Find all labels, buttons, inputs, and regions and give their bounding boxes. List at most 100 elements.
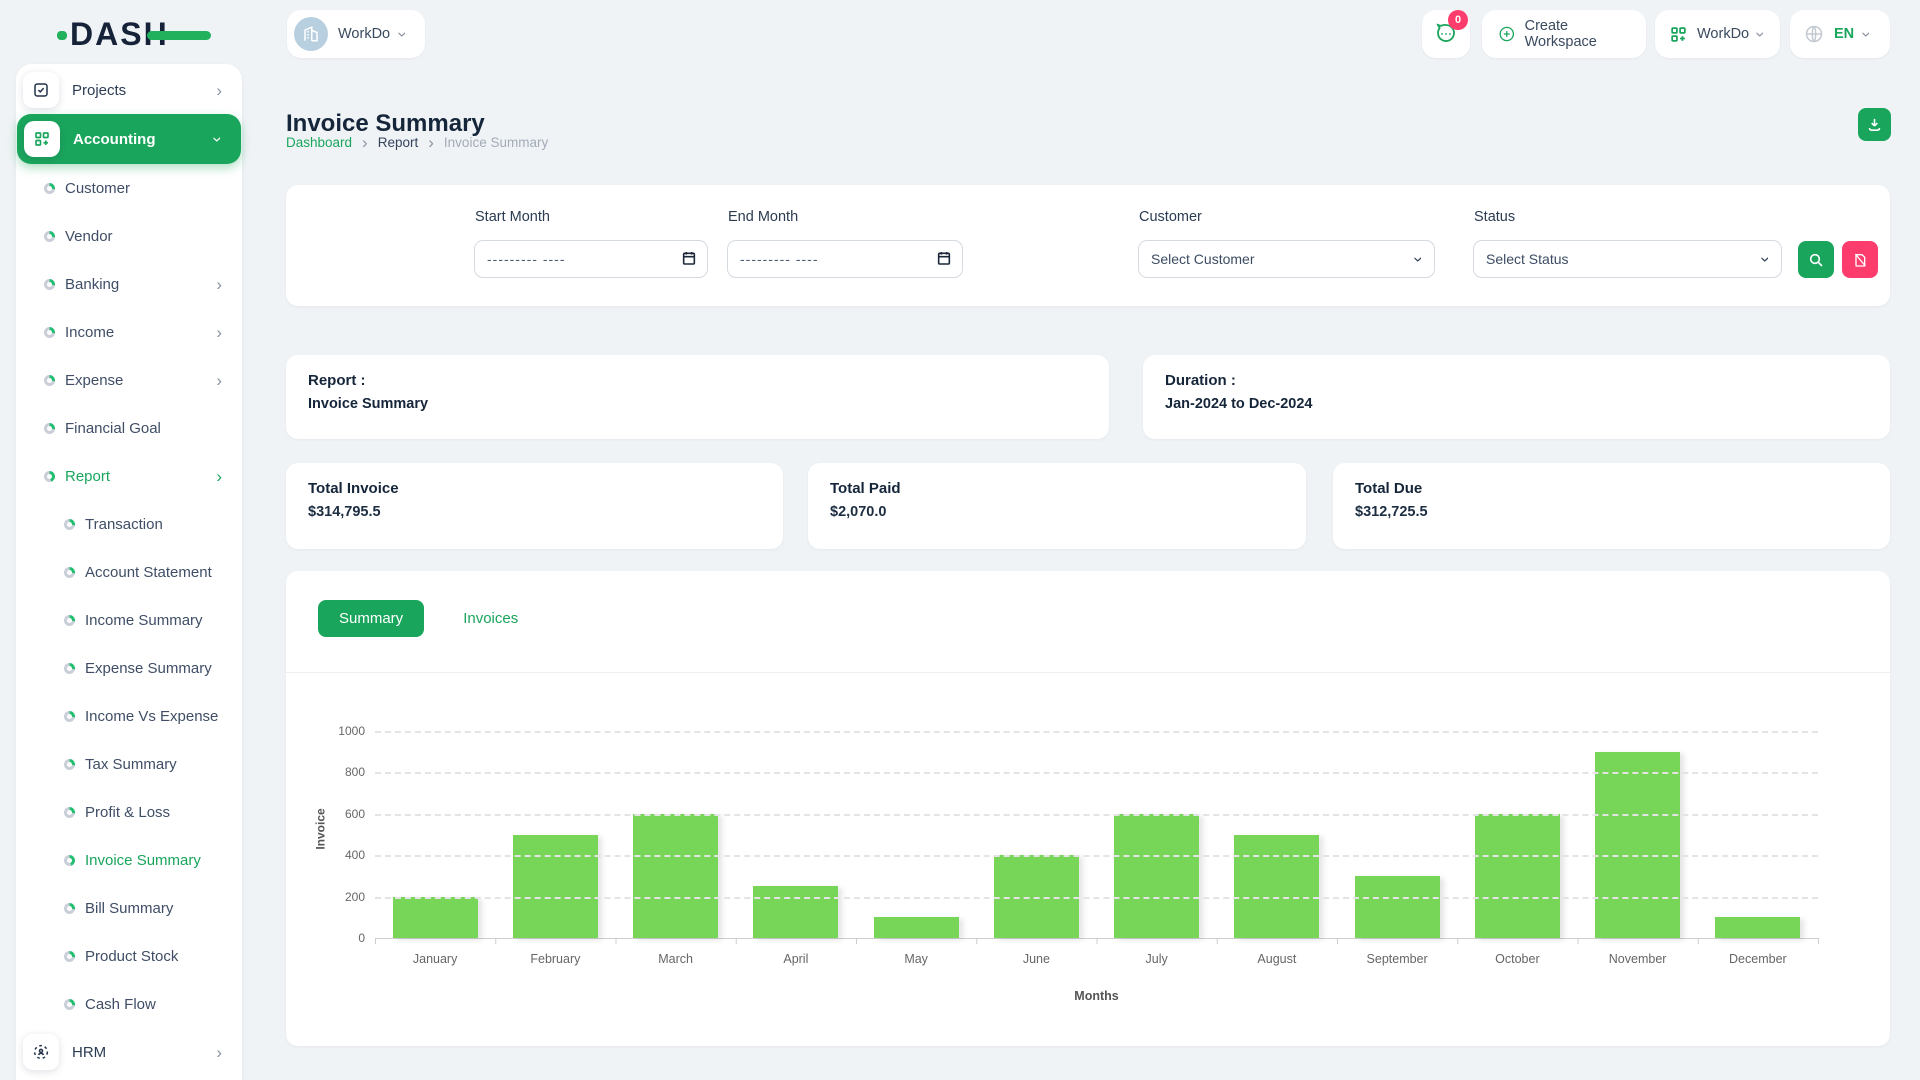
- start-month-input[interactable]: [474, 240, 708, 278]
- sidebar-item-account-statement[interactable]: Account Statement: [16, 548, 242, 596]
- breadcrumb-item: Invoice Summary: [444, 135, 548, 150]
- stat-value: $2,070.0: [830, 504, 1284, 520]
- messages-count-badge: 0: [1448, 10, 1468, 30]
- sidebar-item-label: Tax Summary: [85, 756, 177, 773]
- bar-slot: [736, 731, 856, 938]
- start-month-field: Start Month: [474, 185, 708, 306]
- stat-value: $312,725.5: [1355, 504, 1868, 520]
- bar-may[interactable]: [874, 917, 959, 938]
- language-selector[interactable]: EN ›: [1790, 10, 1890, 58]
- sidebar-item-banking[interactable]: Banking›: [16, 260, 242, 308]
- sidebar-item-label: HRM: [72, 1044, 106, 1061]
- reset-button[interactable]: [1842, 241, 1878, 278]
- bar-august[interactable]: [1234, 835, 1319, 939]
- bar-november[interactable]: [1595, 752, 1680, 938]
- invoice-summary-chart-card: Summary Invoices Invoice Months JanuaryFe…: [286, 571, 1890, 1046]
- sidebar-item-label: Financial Goal: [65, 420, 161, 437]
- sidebar-item-product-stock[interactable]: Product Stock: [16, 932, 242, 980]
- sidebar-item-accounting[interactable]: Accounting›: [17, 114, 241, 164]
- status-select[interactable]: Select Status: [1473, 240, 1782, 278]
- bar-slot: [495, 731, 615, 938]
- sidebar-item-cash-flow[interactable]: Cash Flow: [16, 980, 242, 1028]
- chevron-right-icon: ›: [216, 82, 222, 99]
- x-tick-label: January: [375, 952, 495, 966]
- end-month-input[interactable]: [727, 240, 963, 278]
- chevron-right-icon: ›: [216, 276, 222, 293]
- gridline: [375, 731, 1818, 733]
- download-button[interactable]: [1858, 108, 1891, 141]
- grid-plus-icon: [1669, 25, 1688, 44]
- sidebar-item-vendor[interactable]: Vendor: [16, 212, 242, 260]
- language-code: EN: [1834, 26, 1854, 42]
- messages-button[interactable]: 0: [1422, 10, 1470, 58]
- sidebar-item-income[interactable]: Income›: [16, 308, 242, 356]
- workspace-menu-label: WorkDo: [1697, 26, 1749, 42]
- sidebar-item-label: Expense: [65, 372, 123, 389]
- bar-september[interactable]: [1355, 876, 1440, 938]
- bar-december[interactable]: [1715, 917, 1800, 938]
- sidebar-item-profit-loss[interactable]: Profit & Loss: [16, 788, 242, 836]
- plus-circle-icon: [1498, 24, 1516, 44]
- create-workspace-button[interactable]: Create Workspace: [1482, 10, 1646, 58]
- duration-value: Jan-2024 to Dec-2024: [1165, 396, 1868, 412]
- breadcrumb-item[interactable]: Dashboard: [286, 135, 352, 150]
- bar-march[interactable]: [633, 814, 718, 938]
- customer-select[interactable]: Select Customer: [1138, 240, 1435, 278]
- sidebar-item-expense[interactable]: Expense›: [16, 356, 242, 404]
- sidebar-item-report[interactable]: Report›: [16, 452, 242, 500]
- bar-april[interactable]: [753, 886, 838, 938]
- bullet-icon: [64, 663, 75, 674]
- sidebar-item-income-summary[interactable]: Income Summary: [16, 596, 242, 644]
- sidebar-item-expense-summary[interactable]: Expense Summary: [16, 644, 242, 692]
- sidebar-item-income-vs-expense[interactable]: Income Vs Expense: [16, 692, 242, 740]
- workspace-switcher[interactable]: WorkDo ›: [287, 10, 425, 58]
- sidebar-item-invoice-summary[interactable]: Invoice Summary: [16, 836, 242, 884]
- sidebar-item-label: Income Vs Expense: [85, 708, 218, 725]
- breadcrumb-item[interactable]: Report: [378, 135, 419, 150]
- building-icon: [302, 25, 320, 43]
- bar-slot: [1578, 731, 1698, 938]
- bar-slot: [1457, 731, 1577, 938]
- workspace-menu-button[interactable]: WorkDo ›: [1655, 10, 1780, 58]
- gridline: [375, 897, 1818, 899]
- search-icon: [1808, 252, 1824, 268]
- bar-october[interactable]: [1475, 814, 1560, 938]
- sidebar-item-hrm[interactable]: HRM›: [16, 1028, 242, 1076]
- bullet-icon: [64, 807, 75, 818]
- sidebar-item-tax-summary[interactable]: Tax Summary: [16, 740, 242, 788]
- bar-july[interactable]: [1114, 814, 1199, 938]
- report-info-card: Report : Invoice Summary: [286, 355, 1109, 439]
- sidebar-item-label: Vendor: [65, 228, 113, 245]
- y-tick-label: 600: [306, 807, 365, 821]
- sidebar-item-label: Income: [65, 324, 114, 341]
- breadcrumb-separator-icon: ›: [362, 134, 368, 151]
- sidebar-item-label: Expense Summary: [85, 660, 212, 677]
- gridline: [375, 772, 1818, 774]
- tab-invoices[interactable]: Invoices: [442, 600, 539, 637]
- stat-label: Total Due: [1355, 480, 1868, 497]
- app-window: DASH WorkDo › 0 Create Workspace WorkDo …: [0, 0, 1920, 1080]
- x-tick-label: May: [856, 952, 976, 966]
- x-tick-label: June: [976, 952, 1096, 966]
- sidebar-item-customer[interactable]: Customer: [16, 164, 242, 212]
- sidebar-item-label: Accounting: [73, 131, 156, 148]
- x-axis-title: Months: [375, 989, 1818, 1003]
- invoice-bar-chart: Invoice Months JanuaryFebruaryMarchApril…: [286, 672, 1890, 1046]
- download-icon: [1866, 116, 1883, 133]
- tab-summary[interactable]: Summary: [318, 600, 424, 637]
- chevron-down-icon: ›: [394, 31, 411, 37]
- filter-panel: Start Month End Month Customer Select Cu…: [286, 185, 1890, 306]
- bar-slot: [616, 731, 736, 938]
- sidebar-item-financial-goal[interactable]: Financial Goal: [16, 404, 242, 452]
- create-workspace-label: Create Workspace: [1525, 18, 1630, 50]
- end-month-field: End Month: [727, 185, 963, 306]
- search-button[interactable]: [1798, 241, 1834, 278]
- bar-january[interactable]: [393, 897, 478, 938]
- chevron-right-icon: ›: [216, 468, 222, 485]
- bar-february[interactable]: [513, 835, 598, 939]
- sidebar: Projects›Accounting›CustomerVendorBankin…: [16, 64, 242, 1080]
- breadcrumb-separator-icon: ›: [428, 134, 434, 151]
- sidebar-item-bill-summary[interactable]: Bill Summary: [16, 884, 242, 932]
- sidebar-item-projects[interactable]: Projects›: [16, 66, 242, 114]
- sidebar-item-transaction[interactable]: Transaction: [16, 500, 242, 548]
